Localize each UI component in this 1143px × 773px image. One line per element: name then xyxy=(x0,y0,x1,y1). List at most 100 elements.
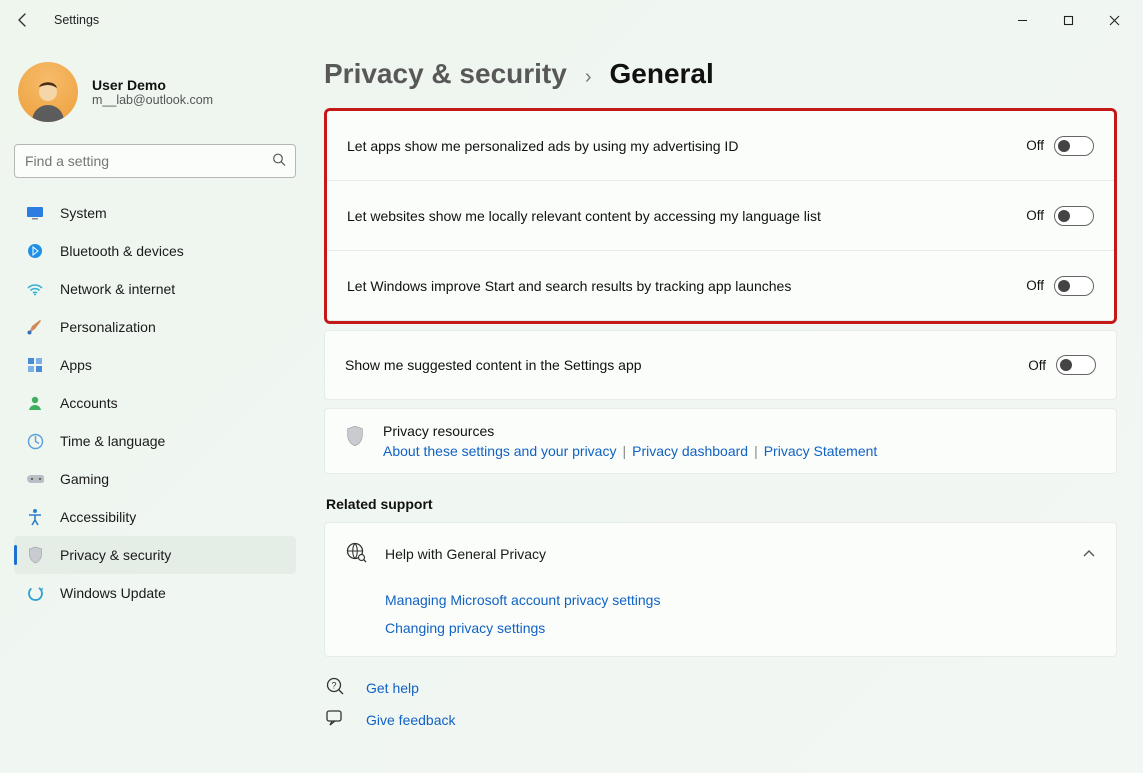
nav-label: Bluetooth & devices xyxy=(60,243,184,259)
search-box xyxy=(14,144,296,178)
window-controls xyxy=(999,4,1137,36)
toggle-knob-icon xyxy=(1060,359,1072,371)
person-icon xyxy=(26,394,44,412)
link-privacy-dashboard[interactable]: Privacy dashboard xyxy=(632,443,748,459)
nav-label: Apps xyxy=(60,357,92,373)
nav-label: Windows Update xyxy=(60,585,166,601)
toggle-switch[interactable] xyxy=(1054,206,1094,226)
back-button[interactable] xyxy=(6,3,40,37)
page-title: General xyxy=(609,58,713,90)
toggle-switch[interactable] xyxy=(1056,355,1096,375)
related-support-header: Related support xyxy=(326,496,1117,512)
display-icon xyxy=(26,204,44,222)
resources-title: Privacy resources xyxy=(383,423,877,439)
avatar xyxy=(18,62,78,122)
bluetooth-icon xyxy=(26,242,44,260)
search-input[interactable] xyxy=(14,144,296,178)
setting-label: Let Windows improve Start and search res… xyxy=(347,278,791,294)
shield-icon xyxy=(345,425,365,447)
toggle-state: Off xyxy=(1026,208,1044,223)
nav-label: Time & language xyxy=(60,433,165,449)
accessibility-icon xyxy=(26,508,44,526)
close-icon xyxy=(1109,15,1120,26)
arrow-left-icon xyxy=(15,12,31,28)
toggle-state: Off xyxy=(1026,278,1044,293)
get-help-link[interactable]: ? Get help xyxy=(326,677,1117,698)
minimize-button[interactable] xyxy=(999,4,1045,36)
toggle-switch[interactable] xyxy=(1054,276,1094,296)
setting-suggested-content[interactable]: Show me suggested content in the Setting… xyxy=(324,330,1117,400)
nav-item-personalization[interactable]: Personalization xyxy=(14,308,296,346)
user-card[interactable]: User Demo m__lab@outlook.com xyxy=(14,58,296,140)
nav-label: Privacy & security xyxy=(60,547,171,563)
toggle-knob-icon xyxy=(1058,140,1070,152)
nav-label: Accessibility xyxy=(60,509,136,525)
accordion-header[interactable]: Help with General Privacy xyxy=(325,523,1116,584)
help-general-privacy-accordion: Help with General Privacy Managing Micro… xyxy=(324,522,1117,657)
maximize-button[interactable] xyxy=(1045,4,1091,36)
breadcrumb-parent[interactable]: Privacy & security xyxy=(324,58,567,90)
window-title: Settings xyxy=(54,13,99,27)
help-icon: ? xyxy=(326,677,344,698)
nav-item-time-language[interactable]: Time & language xyxy=(14,422,296,460)
sidebar: User Demo m__lab@outlook.com System Blue… xyxy=(0,40,310,773)
nav-label: Accounts xyxy=(60,395,118,411)
get-help-label: Get help xyxy=(366,680,419,696)
chevron-up-icon xyxy=(1082,546,1096,562)
nav-item-accessibility[interactable]: Accessibility xyxy=(14,498,296,536)
nav-item-gaming[interactable]: Gaming xyxy=(14,460,296,498)
toggle-state: Off xyxy=(1028,358,1046,373)
nav-label: Personalization xyxy=(60,319,156,335)
setting-label: Let websites show me locally relevant co… xyxy=(347,208,821,224)
user-email: m__lab@outlook.com xyxy=(92,93,213,107)
chevron-right-icon: › xyxy=(585,66,592,89)
highlighted-settings-group: Let apps show me personalized ads by usi… xyxy=(324,108,1117,324)
link-manage-account-privacy[interactable]: Managing Microsoft account privacy setti… xyxy=(385,592,1096,608)
resources-links: About these settings and your privacy|Pr… xyxy=(383,443,877,459)
give-feedback-label: Give feedback xyxy=(366,712,456,728)
nav-item-network[interactable]: Network & internet xyxy=(14,270,296,308)
toggle-state: Off xyxy=(1026,138,1044,153)
close-button[interactable] xyxy=(1091,4,1137,36)
privacy-resources-card: Privacy resources About these settings a… xyxy=(324,408,1117,474)
nav-item-windows-update[interactable]: Windows Update xyxy=(14,574,296,612)
setting-app-launch-tracking[interactable]: Let Windows improve Start and search res… xyxy=(327,251,1114,321)
nav-item-bluetooth[interactable]: Bluetooth & devices xyxy=(14,232,296,270)
link-changing-privacy-settings[interactable]: Changing privacy settings xyxy=(385,620,1096,636)
minimize-icon xyxy=(1017,15,1028,26)
setting-label: Let apps show me personalized ads by usi… xyxy=(347,138,738,154)
setting-label: Show me suggested content in the Setting… xyxy=(345,357,642,373)
footer-links: ? Get help Give feedback xyxy=(324,677,1117,729)
setting-language-list[interactable]: Let websites show me locally relevant co… xyxy=(327,181,1114,251)
link-privacy-statement[interactable]: Privacy Statement xyxy=(764,443,878,459)
link-about-settings-privacy[interactable]: About these settings and your privacy xyxy=(383,443,616,459)
give-feedback-link[interactable]: Give feedback xyxy=(326,710,1117,729)
globe-search-icon xyxy=(345,541,367,566)
nav-list: System Bluetooth & devices Network & int… xyxy=(14,194,296,612)
update-icon xyxy=(26,584,44,602)
nav-item-system[interactable]: System xyxy=(14,194,296,232)
nav-item-privacy-security[interactable]: Privacy & security xyxy=(14,536,296,574)
maximize-icon xyxy=(1063,15,1074,26)
toggle-knob-icon xyxy=(1058,210,1070,222)
accordion-title: Help with General Privacy xyxy=(385,546,546,562)
nav-item-apps[interactable]: Apps xyxy=(14,346,296,384)
paintbrush-icon xyxy=(26,318,44,336)
toggle-switch[interactable] xyxy=(1054,136,1094,156)
svg-text:?: ? xyxy=(331,681,336,691)
setting-advertising-id[interactable]: Let apps show me personalized ads by usi… xyxy=(327,111,1114,181)
apps-icon xyxy=(26,356,44,374)
gamepad-icon xyxy=(26,470,44,488)
accordion-body: Managing Microsoft account privacy setti… xyxy=(325,584,1116,656)
wifi-icon xyxy=(26,280,44,298)
title-bar: Settings xyxy=(0,0,1143,40)
search-icon[interactable] xyxy=(272,153,286,170)
nav-label: Network & internet xyxy=(60,281,175,297)
user-name: User Demo xyxy=(92,77,213,93)
nav-label: System xyxy=(60,205,107,221)
toggle-knob-icon xyxy=(1058,280,1070,292)
nav-label: Gaming xyxy=(60,471,109,487)
clock-globe-icon xyxy=(26,432,44,450)
shield-icon xyxy=(26,546,44,564)
nav-item-accounts[interactable]: Accounts xyxy=(14,384,296,422)
